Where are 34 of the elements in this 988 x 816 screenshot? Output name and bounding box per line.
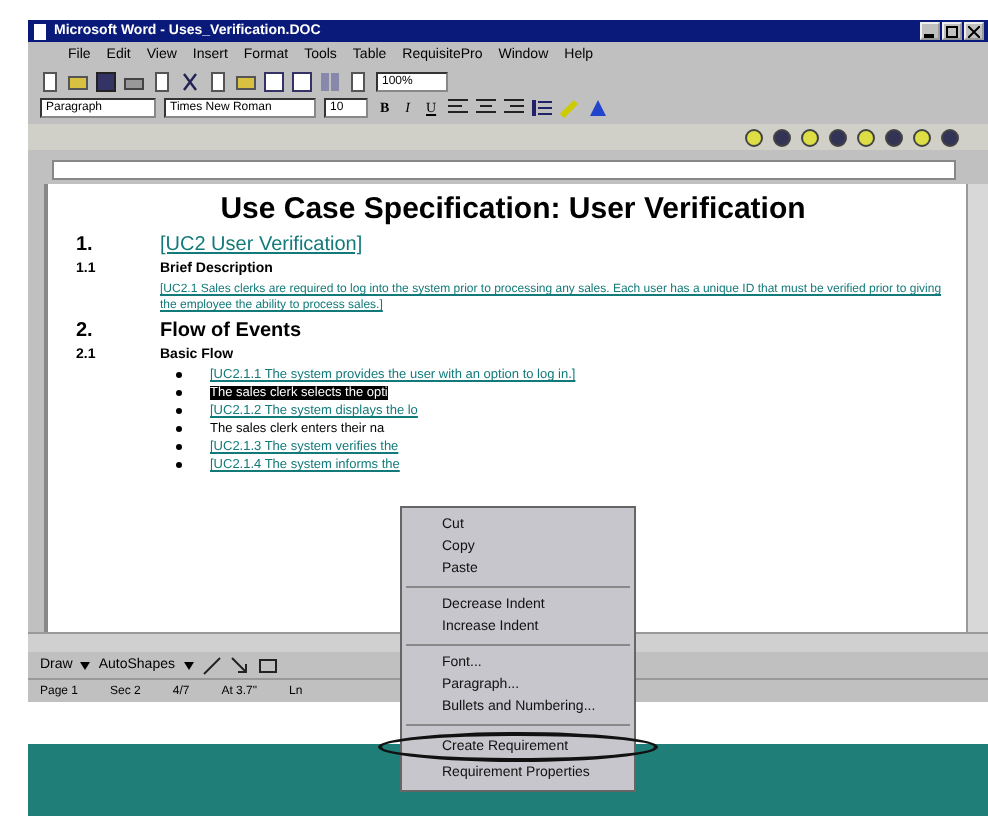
rectangle-icon[interactable] [257, 655, 277, 675]
font-color-icon[interactable] [588, 97, 609, 117]
caret-icon [80, 661, 91, 669]
line-icon[interactable] [201, 655, 221, 675]
heading-text: Flow of Events [160, 320, 302, 342]
requirement-link[interactable]: [UC2 User Verification] [160, 234, 363, 256]
document-title: Use Case Specification: User Verification [218, 192, 808, 226]
bullet-icon [176, 390, 182, 396]
heading-number: 2. [76, 320, 95, 342]
caret-icon [183, 661, 193, 669]
folder-icon[interactable] [68, 71, 88, 91]
page-icon[interactable] [208, 71, 228, 91]
maximize-button[interactable] [942, 22, 962, 40]
close-button[interactable] [964, 22, 984, 40]
bullet-icon [176, 444, 182, 450]
page-icon[interactable] [348, 71, 368, 91]
vertical-scrollbar[interactable] [966, 184, 988, 632]
page-icon[interactable] [40, 71, 60, 91]
page-icon[interactable] [152, 71, 172, 91]
align-center-icon[interactable] [476, 97, 497, 117]
maximize-icon [946, 25, 958, 37]
arrow-icon[interactable] [229, 655, 249, 675]
bullet-icon [176, 408, 182, 414]
bullet-icon [176, 372, 182, 378]
bullet-icon [176, 426, 182, 432]
bullet-icon [176, 462, 182, 468]
align-right-icon[interactable] [504, 97, 525, 117]
heading-number: 1. [76, 234, 95, 256]
close-icon [968, 25, 980, 37]
folder-icon[interactable] [236, 71, 256, 91]
document-icon [32, 23, 48, 39]
align-left-icon[interactable] [448, 97, 469, 117]
minimize-button[interactable] [920, 22, 940, 40]
numbered-list-icon[interactable] [532, 97, 553, 117]
